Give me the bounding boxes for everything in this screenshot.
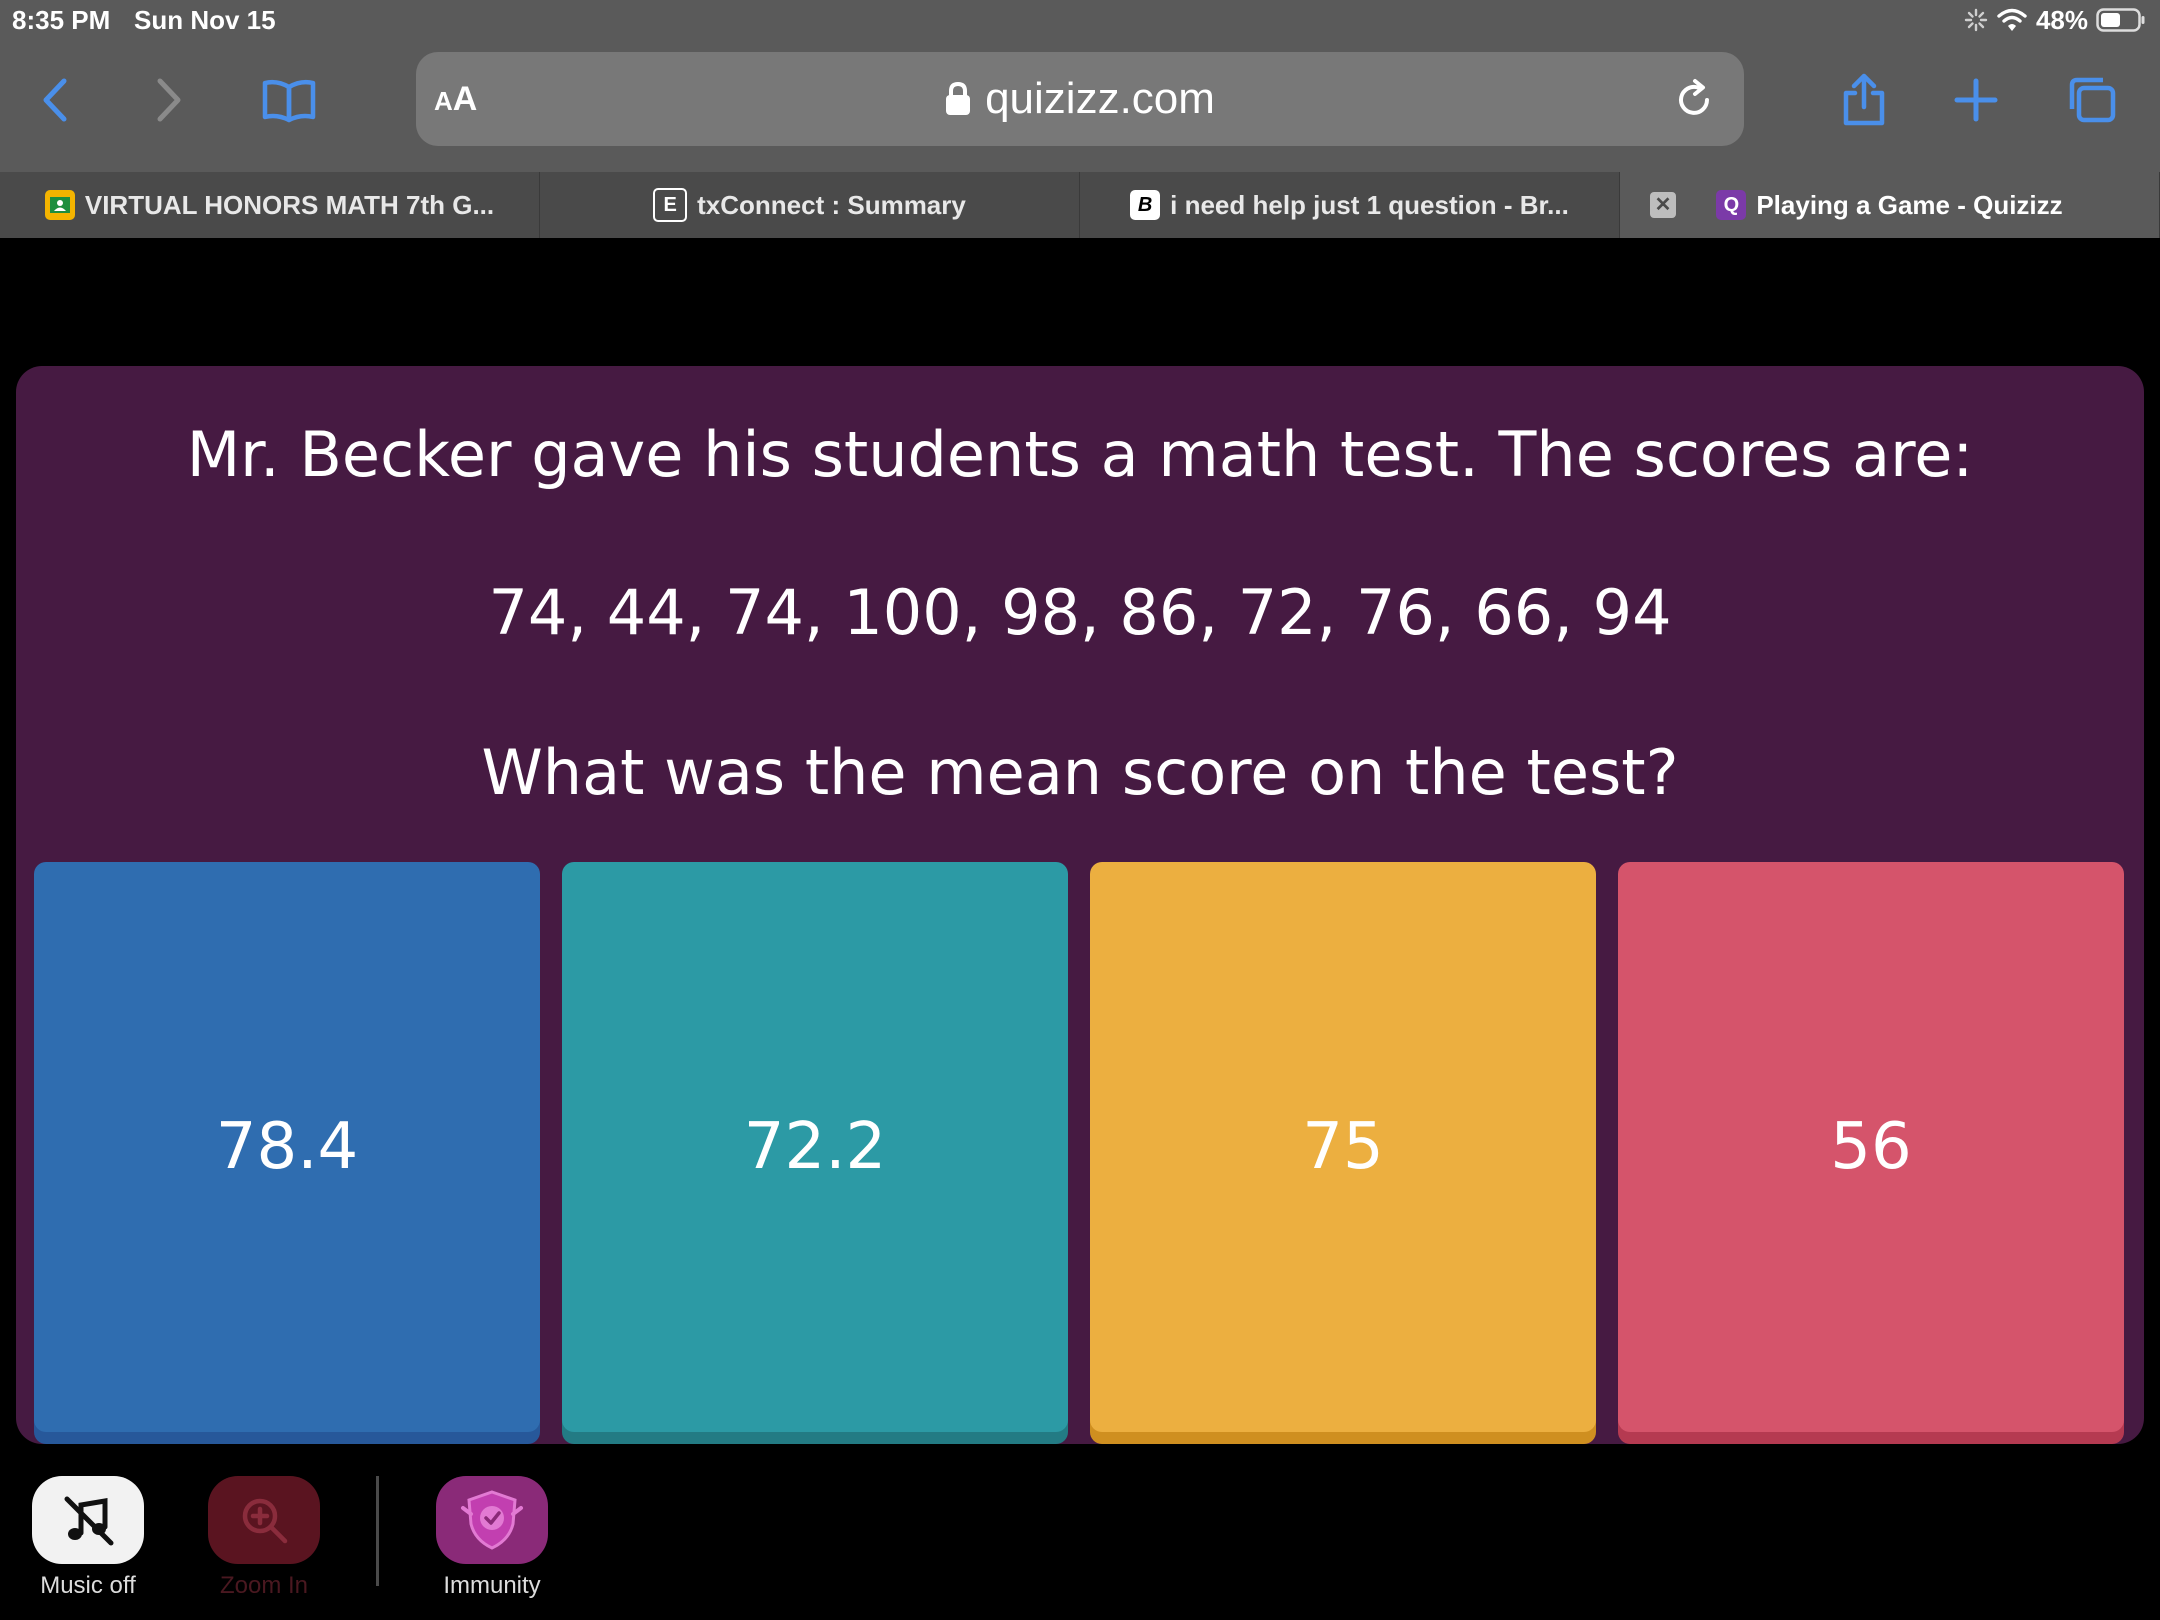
answer-label: 72.2 xyxy=(743,1110,887,1184)
tab-txconnect[interactable]: E txConnect : Summary xyxy=(540,172,1080,238)
lock-icon xyxy=(946,81,971,115)
address-bar[interactable]: AA quizizz.com xyxy=(416,52,1744,146)
bookmarks-button[interactable] xyxy=(256,70,322,130)
google-classroom-icon xyxy=(44,190,75,220)
url-display: quizizz.com xyxy=(416,74,1744,128)
answer-option-3[interactable]: 75 xyxy=(1090,862,1596,1432)
share-button[interactable] xyxy=(1836,68,1892,132)
answer-label: 56 xyxy=(1830,1110,1912,1184)
answer-option-2[interactable]: 72.2 xyxy=(562,862,1068,1432)
question-text-line1: Mr. Becker gave his students a math test… xyxy=(186,418,1974,491)
answer-option-1[interactable]: 78.4 xyxy=(34,862,540,1432)
tabs-overview-button[interactable] xyxy=(2064,70,2120,130)
chevron-left-icon xyxy=(43,78,67,122)
reload-button[interactable] xyxy=(1674,78,1714,125)
tab-label: VIRTUAL HONORS MATH 7th G... xyxy=(84,189,495,220)
zoom-in-label: Zoom In xyxy=(219,1572,309,1599)
tab-label: Playing a Game - Quizizz xyxy=(1756,189,2063,220)
question-scores: 74, 44, 74, 100, 98, 86, 72, 76, 66, 94 xyxy=(488,576,1672,649)
zoom-in-button[interactable] xyxy=(208,1476,320,1564)
tab-strip: VIRTUAL HONORS MATH 7th G... E txConnect… xyxy=(0,172,2160,238)
battery-percent: 48% xyxy=(2035,4,2088,35)
tabs-icon xyxy=(2069,77,2116,123)
status-bar: 8:35 PM Sun Nov 15 48% xyxy=(0,0,2160,40)
back-button[interactable] xyxy=(30,70,80,130)
music-off-icon xyxy=(64,1496,114,1546)
answer-option-4[interactable]: 56 xyxy=(1618,862,2124,1432)
tab-classroom[interactable]: VIRTUAL HONORS MATH 7th G... xyxy=(0,172,540,238)
brainly-b-icon: B xyxy=(1130,190,1161,220)
tab-quizizz[interactable]: ✕ Q Playing a Game - Quizizz xyxy=(1620,172,2160,238)
question-text-line2: What was the mean score on the test? xyxy=(481,736,1679,809)
browser-toolbar: AA quizizz.com xyxy=(0,40,2160,172)
url-text: quizizz.com xyxy=(985,74,1215,123)
immunity-label: Immunity xyxy=(443,1572,541,1599)
forward-button[interactable] xyxy=(144,70,194,130)
battery-icon xyxy=(2096,7,2146,33)
immunity-shield-icon xyxy=(461,1490,523,1550)
new-tab-button[interactable] xyxy=(1948,70,2004,130)
tab-label: txConnect : Summary xyxy=(697,189,966,220)
status-time: 8:35 PM xyxy=(12,5,111,35)
immunity-button[interactable] xyxy=(436,1476,548,1564)
reload-icon xyxy=(1679,79,1709,115)
close-tab-icon[interactable]: ✕ xyxy=(1650,192,1676,218)
status-date: Sun Nov 15 xyxy=(134,5,276,35)
quizizz-q-icon: Q xyxy=(1716,190,1747,220)
share-icon xyxy=(1843,73,1885,126)
music-off-label: Music off xyxy=(40,1572,136,1599)
controls-divider xyxy=(376,1476,379,1586)
chevron-right-icon xyxy=(157,78,181,122)
wifi-icon xyxy=(1996,7,2028,33)
plus-icon xyxy=(1954,78,1998,122)
music-off-button[interactable] xyxy=(32,1476,144,1564)
quiz-panel: Mr. Becker gave his students a math test… xyxy=(16,366,2144,1444)
zoom-in-icon xyxy=(242,1498,288,1544)
book-icon xyxy=(262,79,316,123)
tab-label: i need help just 1 question - Br... xyxy=(1170,189,1569,220)
activity-spinner-icon xyxy=(1964,8,1988,32)
answer-label: 75 xyxy=(1302,1110,1384,1184)
tab-brainly[interactable]: B i need help just 1 question - Br... xyxy=(1080,172,1620,238)
answer-label: 78.4 xyxy=(215,1110,359,1184)
e-letter-icon: E xyxy=(653,188,688,222)
status-right: 48% xyxy=(1964,4,2146,36)
